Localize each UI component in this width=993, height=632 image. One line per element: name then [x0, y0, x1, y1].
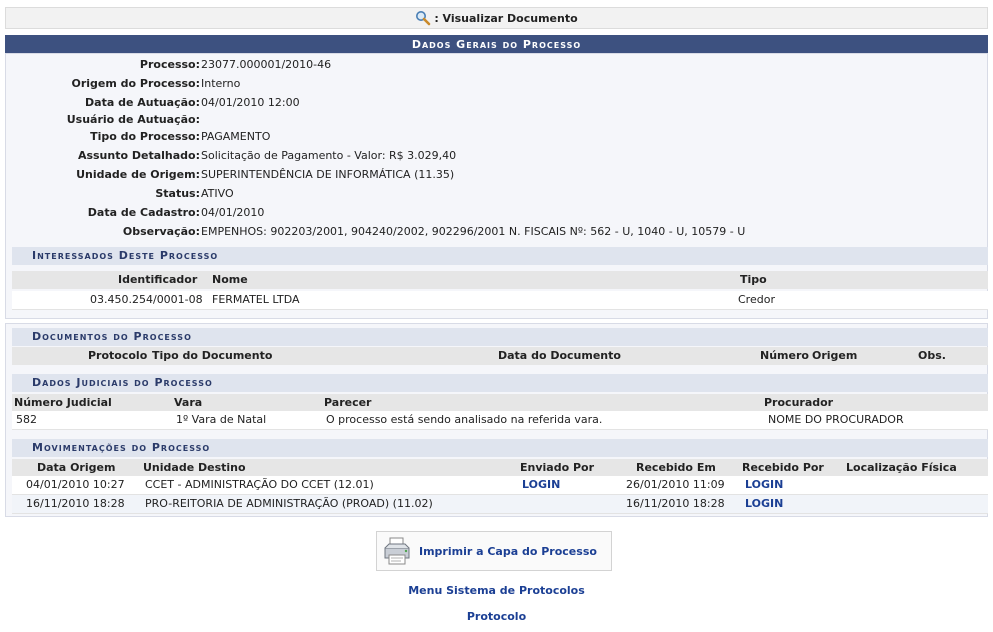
col-data-documento: Data do Documento: [498, 349, 621, 362]
col-parecer: Parecer: [324, 396, 372, 409]
field-observacao: Observação: EMPENHOS: 902203/2001, 90424…: [6, 223, 986, 241]
field-label: Data de Autuação:: [85, 96, 200, 109]
cell-unidade-destino: CCET - ADMINISTRAÇÃO DO CCET (12.01): [145, 478, 374, 491]
cell-data-origem: 16/11/2010 18:28: [26, 497, 125, 510]
col-tipo: Tipo: [740, 273, 767, 286]
magnifier-icon: [415, 10, 431, 26]
interessados-header: Interessados Deste Processo: [12, 247, 988, 265]
cell-tipo: Credor: [738, 293, 775, 306]
col-numero: Número: [760, 349, 809, 362]
recebido-por-login-link[interactable]: LOGIN: [745, 476, 783, 494]
table-row: 04/01/2010 10:27 CCET - ADMINISTRAÇÃO DO…: [12, 476, 988, 495]
col-enviado-por: Enviado Por: [520, 461, 595, 474]
cell-unidade-destino: PRO-REITORIA DE ADMINISTRAÇÃO (PROAD) (1…: [145, 497, 433, 510]
field-value: Solicitação de Pagamento - Valor: R$ 3.0…: [201, 149, 457, 162]
field-value: 04/01/2010: [201, 206, 265, 219]
movimentacoes-column-header: Data Origem Unidade Destino Enviado Por …: [12, 459, 988, 477]
col-numero-judicial: Número Judicial: [14, 396, 112, 409]
view-document-label: : Visualizar Documento: [434, 11, 578, 25]
print-cover-button[interactable]: Imprimir a Capa do Processo: [376, 531, 612, 571]
cell-recebido-em: 16/11/2010 18:28: [626, 497, 725, 510]
col-identificador: Identificador: [118, 273, 198, 286]
col-obs: Obs.: [918, 349, 946, 362]
col-recebido-em: Recebido Em: [636, 461, 716, 474]
field-status: Status: ATIVO: [6, 185, 986, 203]
field-unidade-origem: Unidade de Origem: SUPERINTENDÊNCIA DE I…: [6, 166, 986, 184]
field-label: Processo:: [139, 58, 200, 71]
col-vara: Vara: [174, 396, 203, 409]
field-value: PAGAMENTO: [201, 130, 271, 143]
general-data-panel: Processo: 23077.000001/2010-46 Origem do…: [5, 53, 988, 319]
field-data-autuacao: Data de Autuação: 04/01/2010 12:00: [6, 94, 986, 112]
col-procurador: Procurador: [764, 396, 834, 409]
field-value: EMPENHOS: 902203/2001, 904240/2002, 9022…: [201, 225, 746, 238]
field-tipo: Tipo do Processo: PAGAMENTO: [6, 128, 986, 146]
field-value: SUPERINTENDÊNCIA DE INFORMÁTICA (11.35): [201, 168, 455, 181]
field-data-cadastro: Data de Cadastro: 04/01/2010: [6, 204, 986, 222]
documentos-column-header: Protocolo Tipo do Documento Data do Docu…: [12, 347, 988, 365]
judiciais-column-header: Número Judicial Vara Parecer Procurador: [12, 394, 988, 412]
col-origem: Origem: [812, 349, 858, 362]
section-header: Dados Gerais do Processo: [5, 35, 988, 53]
field-assunto: Assunto Detalhado: Solicitação de Pagame…: [6, 147, 986, 165]
field-label: Assunto Detalhado:: [77, 149, 200, 162]
field-label: Origem do Processo:: [71, 77, 200, 90]
field-processo: Processo: 23077.000001/2010-46: [6, 56, 986, 74]
field-label: Data de Cadastro:: [87, 206, 200, 219]
enviado-por-login-link[interactable]: LOGIN: [522, 476, 560, 494]
print-cover-label: Imprimir a Capa do Processo: [419, 544, 597, 558]
protocolo-link[interactable]: Protocolo: [0, 610, 993, 623]
cell-parecer: O processo está sendo analisado na refer…: [326, 413, 603, 426]
cell-numero-judicial: 582: [16, 413, 37, 426]
col-data-origem: Data Origem: [37, 461, 116, 474]
field-value: Interno: [201, 77, 241, 90]
cell-procurador: NOME DO PROCURADOR: [768, 413, 904, 426]
field-origem: Origem do Processo: Interno: [6, 75, 986, 93]
col-tipo-documento: Tipo do Documento: [152, 349, 273, 362]
table-row: 582 1º Vara de Natal O processo está sen…: [12, 411, 988, 430]
field-label: Unidade de Origem:: [76, 168, 200, 181]
field-label: Tipo do Processo:: [90, 130, 200, 143]
col-localizacao-fisica: Localização Física: [846, 461, 957, 474]
table-row: 03.450.254/0001-08 FERMATEL LTDA Credor: [12, 291, 988, 310]
cell-nome: FERMATEL LTDA: [212, 293, 300, 306]
cell-data-origem: 04/01/2010 10:27: [26, 478, 125, 491]
field-value: 23077.000001/2010-46: [201, 58, 332, 71]
view-document-bar[interactable]: : Visualizar Documento: [5, 7, 988, 29]
printer-icon: [381, 535, 413, 567]
table-row: 16/11/2010 18:28 PRO-REITORIA DE ADMINIS…: [12, 495, 988, 514]
cell-recebido-em: 26/01/2010 11:09: [626, 478, 725, 491]
field-label: Usuário de Autuação:: [66, 113, 200, 126]
movimentacoes-header: Movimentações do Processo: [12, 439, 988, 457]
judiciais-header: Dados Judiciais do Processo: [12, 374, 988, 392]
menu-protocol-system-link[interactable]: Menu Sistema de Protocolos: [0, 584, 993, 597]
cell-vara: 1º Vara de Natal: [176, 413, 267, 426]
col-recebido-por: Recebido Por: [742, 461, 824, 474]
field-label: Observação:: [122, 225, 200, 238]
col-nome: Nome: [212, 273, 248, 286]
recebido-por-login-link[interactable]: LOGIN: [745, 495, 783, 513]
documentos-header: Documentos do Processo: [12, 328, 988, 346]
documents-panel: Documentos do Processo Protocolo Tipo do…: [5, 323, 988, 517]
col-unidade-destino: Unidade Destino: [143, 461, 246, 474]
cell-identificador: 03.450.254/0001-08: [90, 293, 203, 306]
field-value: 04/01/2010 12:00: [201, 96, 300, 109]
field-label: Status:: [155, 187, 200, 200]
field-value: ATIVO: [201, 187, 234, 200]
col-protocolo: Protocolo: [88, 349, 148, 362]
field-usuario-autuacao: Usuário de Autuação:: [6, 111, 986, 129]
interessados-column-header: Identificador Nome Tipo: [12, 271, 988, 289]
